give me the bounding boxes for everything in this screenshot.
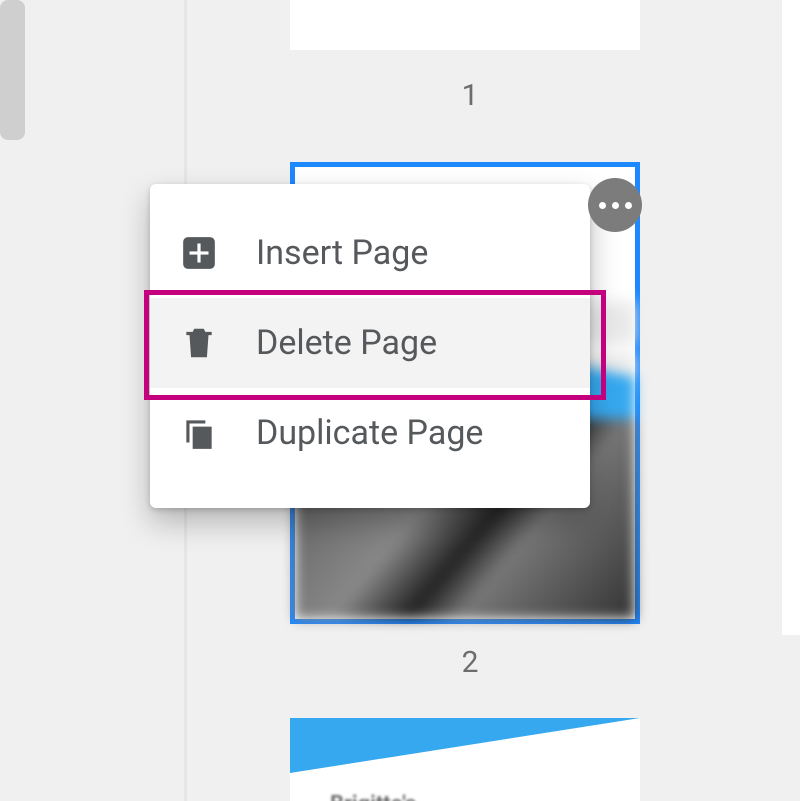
page-number-2: 2 [290,645,650,680]
more-icon [599,202,606,209]
more-icon [612,202,619,209]
page-more-button[interactable] [588,178,642,232]
page-thumbnail-3[interactable]: Brigitte's [290,718,640,801]
page-thumbnail-1[interactable] [290,0,640,50]
thumbnail-title: Brigitte's [330,792,416,801]
scrollbar-right[interactable] [782,0,800,635]
page-context-menu: Insert Page Delete Page Duplicate Page [150,184,590,508]
menu-item-label: Duplicate Page [256,413,483,453]
more-icon [625,202,632,209]
menu-item-insert-page[interactable]: Insert Page [150,208,590,298]
duplicate-icon [178,412,220,454]
menu-item-label: Insert Page [256,233,428,273]
scrollbar-left[interactable] [0,0,25,140]
menu-item-delete-page[interactable]: Delete Page [150,298,590,388]
page-panel: 1 2 Brigitte's Insert Page [0,0,800,801]
menu-item-duplicate-page[interactable]: Duplicate Page [150,388,590,478]
menu-item-label: Delete Page [256,323,437,363]
trash-icon [178,322,220,364]
thumbnail-triangle [290,718,640,773]
page-number-1: 1 [290,78,650,113]
plus-icon [178,232,220,274]
